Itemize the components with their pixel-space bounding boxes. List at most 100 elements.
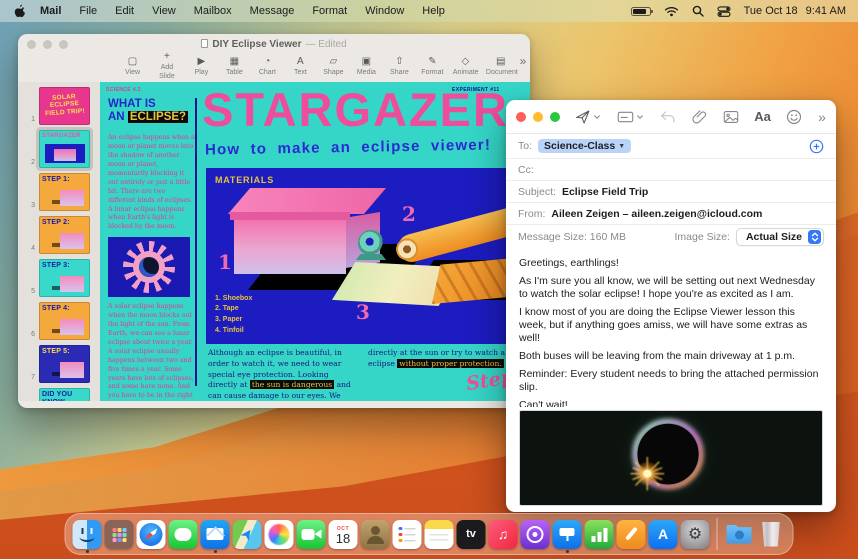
slide-thumbnail-3[interactable]: 3 STEP 1:: [18, 171, 100, 214]
wifi-icon[interactable]: [664, 6, 679, 17]
kn-tool-media[interactable]: ▣ Media: [350, 56, 383, 77]
header-fields-button[interactable]: [617, 110, 644, 124]
kn-tool-view[interactable]: ▢ View: [116, 56, 149, 77]
battery-icon[interactable]: [630, 6, 653, 16]
dock-messages[interactable]: [168, 519, 198, 549]
kn-tool-share[interactable]: ⇧ Share: [383, 56, 416, 77]
shape-icon: ▱: [329, 55, 338, 67]
from-value: Aileen Zeigen – aileen.zeigen@icloud.com: [551, 207, 763, 220]
toolbar-overflow-button[interactable]: »: [520, 51, 527, 68]
keynote-title-bar[interactable]: DIY Eclipse Viewer — Edited: [18, 34, 530, 50]
menu-help[interactable]: Help: [413, 5, 454, 17]
subject-field[interactable]: Subject: Eclipse Field Trip: [506, 181, 836, 203]
material-number-2: 2: [402, 202, 416, 226]
spotlight-search-icon[interactable]: [692, 5, 704, 17]
menu-mail[interactable]: Mail: [31, 5, 70, 17]
dock-contacts[interactable]: [360, 519, 390, 549]
reply-button[interactable]: [659, 110, 676, 124]
kn-tool-animate[interactable]: ◇ Animate: [449, 56, 482, 77]
running-indicator: [213, 549, 217, 553]
dock-appstore[interactable]: A: [648, 519, 678, 549]
send-button[interactable]: [574, 109, 601, 125]
from-field[interactable]: From: Aileen Zeigen – aileen.zeigen@iclo…: [506, 203, 836, 225]
to-field[interactable]: To: Science-Class ▼: [506, 134, 836, 159]
dock-facetime[interactable]: [296, 519, 326, 549]
tape-illustration: [356, 230, 388, 260]
menu-bar-time[interactable]: 9:41 AM: [806, 5, 846, 17]
format-text-button[interactable]: Aa: [754, 109, 771, 124]
control-center-icon[interactable]: [717, 5, 731, 17]
dock-launchpad[interactable]: [104, 519, 134, 549]
close-button[interactable]: [516, 111, 526, 122]
slide-canvas[interactable]: SCIENCE 4.2 EXPERIMENT #11 WHAT IS AN EC…: [100, 82, 530, 401]
dock-finder[interactable]: [72, 519, 102, 553]
dock-safari[interactable]: [136, 519, 166, 549]
emoji-button[interactable]: [786, 109, 802, 125]
slide-thumbnail-1[interactable]: 1 SOLAR ECLIPSE FIELD TRIP!: [18, 85, 100, 128]
dock-reminders[interactable]: [392, 519, 422, 549]
slide-thumbnail-5[interactable]: 5 STEP 3:: [18, 257, 100, 300]
toolbar-overflow-button[interactable]: »: [818, 110, 826, 124]
kn-tool-shape[interactable]: ▱ Shape: [317, 56, 350, 77]
kn-tool-text[interactable]: A Text: [284, 56, 317, 77]
slide-thumbnail-4[interactable]: 4 STEP 2:: [18, 214, 100, 257]
dock-settings[interactable]: ⚙: [680, 519, 710, 549]
kn-tool-document[interactable]: ▤ Document: [482, 56, 520, 77]
kn-tool-play[interactable]: ▶ Play: [185, 56, 218, 77]
slide-paragraph-2: A solar eclipse happens when the moon bl…: [108, 303, 194, 400]
dock-music[interactable]: ♫: [488, 519, 518, 549]
slide-thumbnail-6[interactable]: 6 STEP 4:: [18, 300, 100, 343]
running-indicator: [565, 549, 569, 553]
kn-tool-table[interactable]: ▦ Table: [218, 56, 251, 77]
cc-field[interactable]: Cc:: [506, 159, 836, 181]
mail-paragraph: Reminder: Every student needs to bring t…: [519, 368, 819, 393]
dock-trash[interactable]: [757, 520, 786, 549]
dock-calendar[interactable]: OCT 18: [328, 519, 358, 549]
dock-keynote[interactable]: [552, 519, 582, 553]
attach-file-button[interactable]: [692, 109, 707, 125]
close-button[interactable]: [27, 40, 36, 49]
menu-edit[interactable]: Edit: [106, 5, 143, 17]
dock-tv[interactable]: tv: [456, 519, 486, 549]
slide-thumbnail-2[interactable]: 2 STARGAZER: [18, 128, 100, 171]
keynote-window-title: DIY Eclipse Viewer — Edited: [18, 39, 530, 50]
kn-tool-format[interactable]: ✎ Format: [416, 56, 449, 77]
dock-mail[interactable]: [200, 519, 230, 553]
mail-toolbar[interactable]: Aa »: [506, 100, 836, 134]
kn-tool-chart[interactable]: ◔ Chart: [251, 56, 284, 77]
dock-photos[interactable]: [264, 519, 294, 549]
eclipse-photo-attachment[interactable]: [519, 410, 823, 506]
insert-photo-button[interactable]: [723, 110, 739, 124]
kn-tool-add-slide[interactable]: + Add Slide: [149, 51, 185, 81]
menu-file[interactable]: File: [70, 5, 106, 17]
zoom-button[interactable]: [550, 111, 560, 122]
music-icon: ♫: [488, 519, 518, 549]
slide-thumbnail-8[interactable]: 8DID YOU KNOW...: [18, 386, 100, 401]
dock-pages[interactable]: [616, 519, 646, 549]
dock-maps[interactable]: [232, 519, 262, 549]
menu-format[interactable]: Format: [303, 5, 356, 17]
image-size-select[interactable]: Actual Size: [735, 228, 824, 246]
dock-downloads[interactable]: [725, 520, 754, 549]
menu-view[interactable]: View: [143, 5, 185, 17]
app-menus: Mail File Edit View Mailbox Message Format Wind…: [31, 5, 454, 17]
menu-window[interactable]: Window: [356, 5, 413, 17]
menu-mailbox[interactable]: Mailbox: [185, 5, 241, 17]
menu-bar-date[interactable]: Tue Oct 18: [744, 5, 798, 17]
apple-menu-icon[interactable]: [12, 4, 25, 18]
minimize-button[interactable]: [533, 111, 543, 122]
dock: OCT 18 tv ♫ A ⚙: [64, 513, 794, 555]
minimize-button[interactable]: [43, 40, 52, 49]
media-icon: ▣: [361, 55, 372, 67]
dock-podcasts[interactable]: [520, 519, 550, 549]
contacts-icon: [360, 519, 390, 549]
material-number-3: 3: [356, 300, 370, 324]
slide-thumbnail-7[interactable]: 7 STEP 5:: [18, 343, 100, 386]
add-recipient-button[interactable]: [809, 139, 824, 154]
recipient-token[interactable]: Science-Class ▼: [538, 139, 632, 153]
dock-numbers[interactable]: [584, 519, 614, 549]
zoom-button[interactable]: [59, 40, 68, 49]
dock-notes[interactable]: [424, 519, 454, 549]
message-body[interactable]: Greetings, earthlings! As I'm sure you al…: [506, 249, 836, 407]
menu-message[interactable]: Message: [241, 5, 304, 17]
